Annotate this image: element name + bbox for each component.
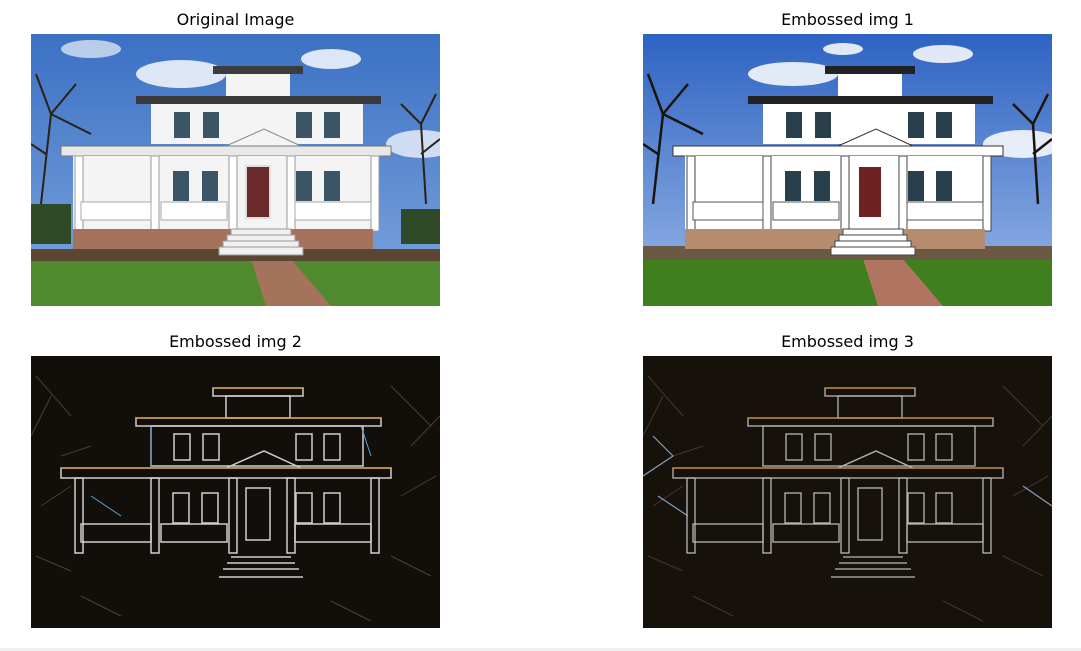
embossed-house-image-2: [31, 356, 440, 628]
embossed-house-image-3: [643, 356, 1052, 628]
panel-title: Embossed img 1: [781, 10, 914, 29]
panel-title: Embossed img 3: [781, 332, 914, 351]
panel-title: Original Image: [176, 10, 295, 29]
embossed-house-image-1: [643, 34, 1052, 306]
panel-title: Embossed img 2: [169, 332, 302, 351]
original-house-image: [31, 34, 440, 306]
